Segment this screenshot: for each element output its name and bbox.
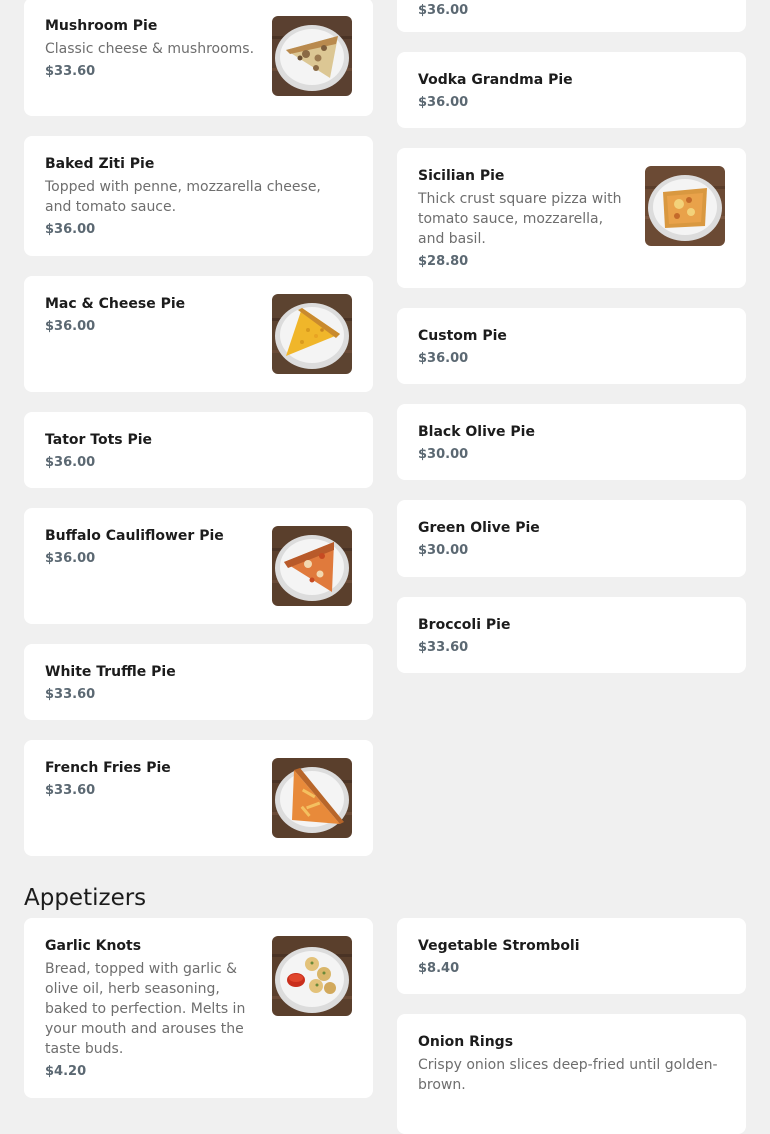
item-name: Vodka Grandma Pie bbox=[418, 72, 573, 88]
menu-item-french-fries-pie[interactable]: French Fries Pie $33.60 bbox=[24, 740, 373, 856]
item-name: Buffalo Cauliflower Pie bbox=[45, 528, 224, 544]
item-name: Garlic Knots bbox=[45, 938, 142, 954]
menu-item-partial-top[interactable]: $36.00 bbox=[397, 0, 746, 32]
menu-item-mac-cheese-pie[interactable]: Mac & Cheese Pie $36.00 bbox=[24, 276, 373, 392]
menu-item-green-olive-pie[interactable]: Green Olive Pie $30.00 bbox=[397, 500, 746, 577]
item-name: French Fries Pie bbox=[45, 760, 171, 776]
buffalo-pizza-slice-photo bbox=[272, 526, 352, 606]
item-price: $36.00 bbox=[45, 222, 96, 237]
item-name: Green Olive Pie bbox=[418, 520, 540, 536]
item-price: $36.00 bbox=[45, 455, 96, 470]
menu-item-baked-ziti-pie[interactable]: Baked Ziti Pie Topped with penne, mozzar… bbox=[24, 136, 373, 256]
menu-item-mushroom-pie[interactable]: Mushroom Pie Classic cheese & mushrooms.… bbox=[24, 0, 373, 116]
item-price: $33.60 bbox=[45, 64, 96, 79]
item-description: Classic cheese & mushrooms. bbox=[45, 41, 255, 57]
menu-item-tator-tots-pie[interactable]: Tator Tots Pie $36.00 bbox=[24, 412, 373, 488]
item-price: $30.00 bbox=[418, 447, 469, 462]
item-description: Topped with penne, mozzarella cheese, an… bbox=[45, 179, 321, 215]
item-name: Black Olive Pie bbox=[418, 424, 535, 440]
menu-item-custom-pie[interactable]: Custom Pie $36.00 bbox=[397, 308, 746, 384]
section-title-appetizers: Appetizers bbox=[24, 885, 147, 911]
item-name: Mac & Cheese Pie bbox=[45, 296, 186, 312]
item-price: $33.60 bbox=[418, 640, 469, 655]
item-name: Mushroom Pie bbox=[45, 18, 158, 34]
menu-item-black-olive-pie[interactable]: Black Olive Pie $30.00 bbox=[397, 404, 746, 480]
item-price: $36.00 bbox=[45, 319, 96, 334]
item-name: Broccoli Pie bbox=[418, 617, 511, 633]
menu-item-buffalo-cauliflower-pie[interactable]: Buffalo Cauliflower Pie $36.00 bbox=[24, 508, 373, 624]
item-name: Custom Pie bbox=[418, 328, 507, 344]
menu-item-garlic-knots[interactable]: Garlic Knots Bread, topped with garlic &… bbox=[24, 918, 373, 1098]
item-price: $8.40 bbox=[418, 961, 460, 976]
item-price: $28.80 bbox=[418, 254, 469, 269]
mac-cheese-pizza-slice-photo bbox=[272, 294, 352, 374]
item-name: Vegetable Stromboli bbox=[418, 938, 580, 954]
item-name: Onion Rings bbox=[418, 1034, 514, 1050]
mushroom-pizza-slice-photo bbox=[272, 16, 352, 96]
menu-item-vegetable-stromboli[interactable]: Vegetable Stromboli $8.40 bbox=[397, 918, 746, 994]
item-description: Bread, topped with garlic & olive oil, h… bbox=[45, 961, 246, 1057]
menu-item-onion-rings[interactable]: Onion Rings Crispy onion slices deep-fri… bbox=[397, 1014, 746, 1134]
sicilian-pizza-slice-photo bbox=[645, 166, 725, 246]
menu-item-white-truffle-pie[interactable]: White Truffle Pie $33.60 bbox=[24, 644, 373, 720]
garlic-knots-photo bbox=[272, 936, 352, 1016]
item-price: $33.60 bbox=[45, 783, 96, 798]
item-price: $36.00 bbox=[418, 95, 469, 110]
menu-item-broccoli-pie[interactable]: Broccoli Pie $33.60 bbox=[397, 597, 746, 673]
item-price: $36.00 bbox=[45, 551, 96, 566]
menu-item-sicilian-pie[interactable]: Sicilian Pie Thick crust square pizza wi… bbox=[397, 148, 746, 288]
item-description: Crispy onion slices deep-fried until gol… bbox=[418, 1057, 718, 1093]
item-price: $30.00 bbox=[418, 543, 469, 558]
menu-item-vodka-grandma-pie[interactable]: Vodka Grandma Pie $36.00 bbox=[397, 52, 746, 128]
item-price: $33.60 bbox=[45, 687, 96, 702]
item-description: Thick crust square pizza with tomato sau… bbox=[418, 191, 622, 247]
item-name: Sicilian Pie bbox=[418, 168, 505, 184]
item-price: $36.00 bbox=[418, 3, 469, 18]
item-name: Baked Ziti Pie bbox=[45, 156, 155, 172]
item-price: $36.00 bbox=[418, 351, 469, 366]
fries-pizza-slice-photo bbox=[272, 758, 352, 838]
item-name: White Truffle Pie bbox=[45, 664, 176, 680]
item-price: $4.20 bbox=[45, 1064, 87, 1079]
item-name: Tator Tots Pie bbox=[45, 432, 153, 448]
